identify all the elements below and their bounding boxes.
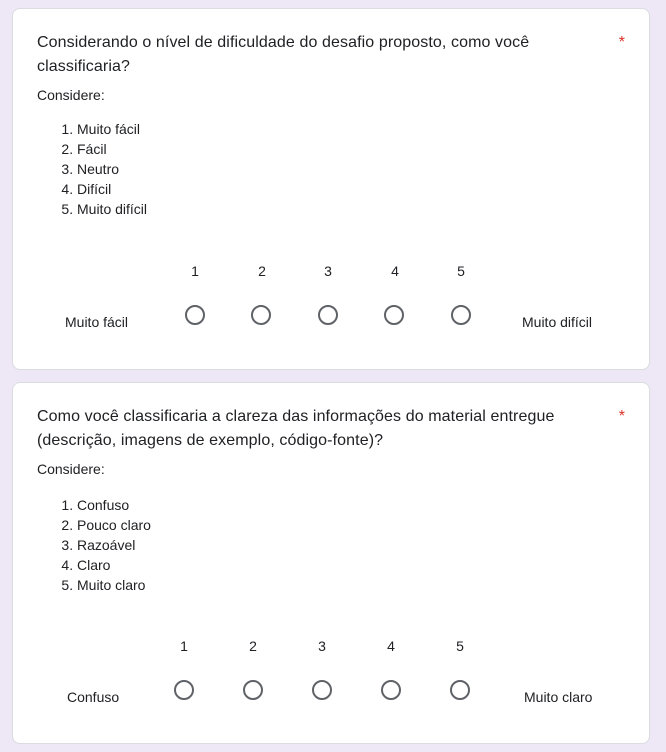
radio-option-3[interactable] bbox=[318, 305, 338, 325]
scale-number-1: 1 bbox=[180, 638, 188, 654]
scale-high-label: Muito difícil bbox=[522, 314, 593, 330]
description-item: Difícil bbox=[77, 179, 147, 199]
scale-low-label: Confuso bbox=[67, 689, 120, 705]
scale-number-2: 2 bbox=[249, 638, 257, 654]
description-list: Confuso Pouco claro Razoável Claro Muito… bbox=[37, 495, 151, 595]
radio-option-1[interactable] bbox=[174, 680, 194, 700]
description-list: Muito fácil Fácil Neutro Difícil Muito d… bbox=[37, 119, 147, 219]
radio-option-5[interactable] bbox=[450, 680, 470, 700]
scale-number-3: 3 bbox=[318, 638, 326, 654]
scale-number-5: 5 bbox=[456, 638, 464, 654]
description-item: Muito claro bbox=[77, 575, 151, 595]
radio-option-1[interactable] bbox=[185, 305, 205, 325]
description-item: Pouco claro bbox=[77, 515, 151, 535]
radio-option-3[interactable] bbox=[312, 680, 332, 700]
description-item: Muito difícil bbox=[77, 199, 147, 219]
description-item: Razoável bbox=[77, 535, 151, 555]
scale-number-5: 5 bbox=[457, 263, 465, 279]
scale-high-label: Muito claro bbox=[524, 689, 593, 705]
scale-number-4: 4 bbox=[391, 263, 399, 279]
description-item: Neutro bbox=[77, 159, 147, 179]
radio-option-4[interactable] bbox=[381, 680, 401, 700]
scale-number-1: 1 bbox=[191, 263, 199, 279]
radio-option-5[interactable] bbox=[451, 305, 471, 325]
description-label: Considere: bbox=[37, 461, 105, 477]
description-item: Muito fácil bbox=[77, 119, 147, 139]
radio-option-2[interactable] bbox=[251, 305, 271, 325]
description-item: Confuso bbox=[77, 495, 151, 515]
scale-number-3: 3 bbox=[324, 263, 332, 279]
radio-option-4[interactable] bbox=[384, 305, 404, 325]
description-label: Considere: bbox=[37, 87, 105, 103]
question-title: Considerando o nível de dificuldade do d… bbox=[37, 34, 530, 75]
required-asterisk: * bbox=[618, 408, 625, 425]
description-item: Fácil bbox=[77, 139, 147, 159]
required-asterisk: * bbox=[618, 34, 625, 51]
scale-number-2: 2 bbox=[258, 263, 266, 279]
question-card-clarity: Como você classificaria a clareza das in… bbox=[12, 382, 650, 744]
question-card-difficulty: Considerando o nível de dificuldade do d… bbox=[12, 8, 650, 370]
question-title: Como você classificaria a clareza das in… bbox=[37, 408, 555, 449]
scale-low-label: Muito fácil bbox=[65, 314, 129, 330]
scale-number-4: 4 bbox=[387, 638, 395, 654]
description-item: Claro bbox=[77, 555, 151, 575]
radio-option-2[interactable] bbox=[243, 680, 263, 700]
